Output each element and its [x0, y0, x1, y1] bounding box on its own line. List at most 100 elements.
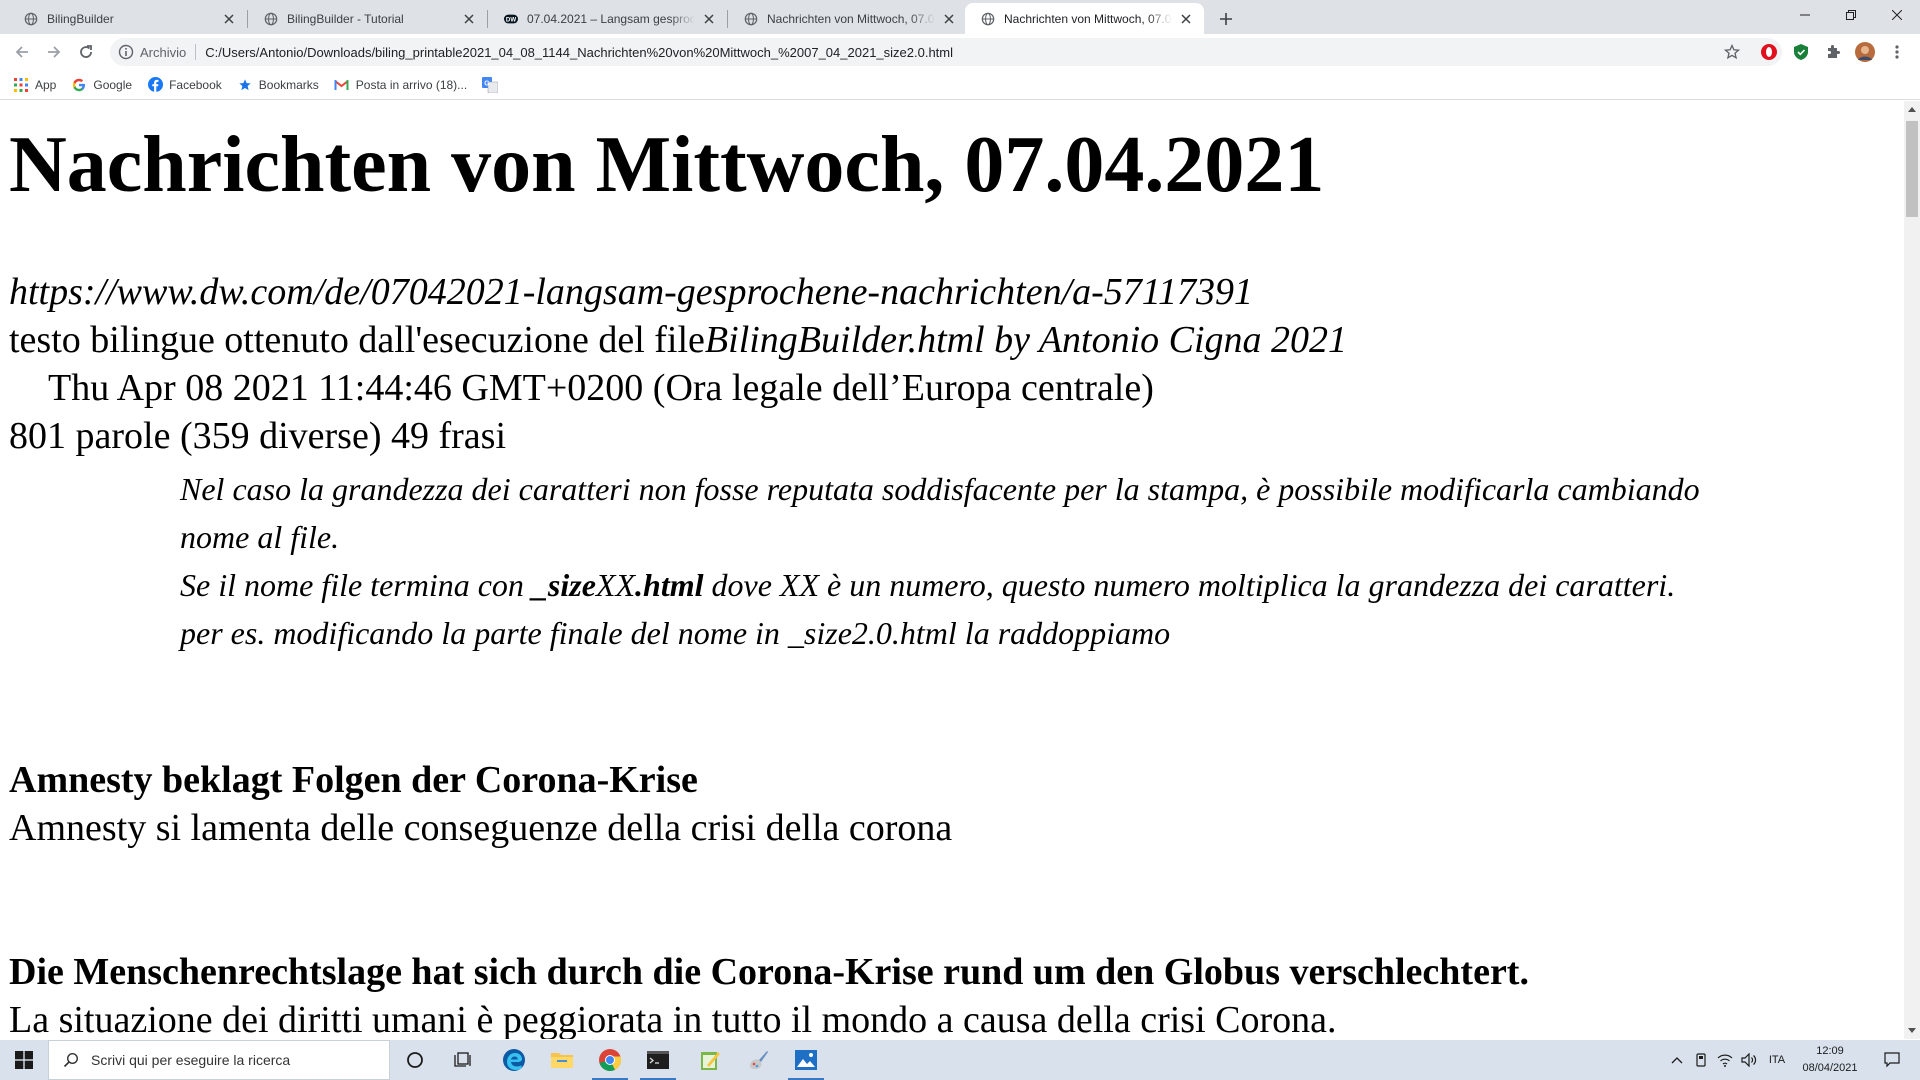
- bookmark-app[interactable]: App: [13, 73, 56, 97]
- facebook-icon: [147, 77, 163, 93]
- close-tab-icon[interactable]: [1178, 11, 1194, 27]
- tab-title: BilingBuilder - Tutorial: [287, 11, 404, 26]
- close-window-button[interactable]: [1874, 0, 1920, 30]
- browser-toolbar: Archivio C:/Users/Antonio/Downloads/bili…: [0, 34, 1920, 70]
- tab-bilingbuilder-tutorial[interactable]: BilingBuilder - Tutorial: [248, 3, 487, 34]
- caret-up-icon: [1908, 107, 1916, 112]
- size-note-line-1: Nel caso la grandezza dei caratteri non …: [180, 471, 1700, 507]
- input-language[interactable]: ITA: [1762, 1040, 1792, 1080]
- tab-title: Nachrichten von Mittwoch, 07.04.: [1004, 11, 1172, 26]
- paint-button[interactable]: [734, 1040, 782, 1080]
- profile-avatar[interactable]: [1855, 42, 1875, 62]
- chevron-up-icon: [1671, 1056, 1683, 1063]
- dw-logo-icon: DW: [504, 14, 518, 23]
- search-placeholder: Scrivi qui per eseguire la ricerca: [91, 1052, 291, 1068]
- start-button[interactable]: [0, 1040, 48, 1080]
- photos-button[interactable]: [782, 1040, 830, 1080]
- taskbar-clock[interactable]: 12:09 08/04/2021: [1790, 1043, 1870, 1077]
- url-text[interactable]: C:/Users/Antonio/Downloads/biling_printa…: [205, 45, 953, 60]
- menu-button[interactable]: [1887, 42, 1907, 62]
- reload-button[interactable]: [72, 38, 100, 66]
- device-tray[interactable]: [1689, 1040, 1713, 1080]
- plus-icon: [1220, 13, 1232, 25]
- generated-by-prefix: testo bilingue ottenuto dall'esecuzione …: [9, 319, 705, 361]
- minimize-button[interactable]: [1782, 0, 1828, 30]
- network-tray[interactable]: [1713, 1040, 1737, 1080]
- scroll-up-button[interactable]: [1904, 101, 1920, 118]
- notepad-button[interactable]: [686, 1040, 734, 1080]
- close-tab-icon[interactable]: [701, 11, 717, 27]
- size-note-line-4: per es. modificando la parte finale del …: [180, 615, 1171, 651]
- bookmark-translate[interactable]: G: [482, 73, 504, 97]
- globe-icon: [744, 12, 758, 25]
- globe-icon: [24, 12, 38, 25]
- show-hidden-icons[interactable]: [1665, 1040, 1689, 1080]
- puzzle-icon: [1828, 45, 1840, 58]
- generated-by-tool: BilingBuilder.html by Antonio Cigna 2021: [704, 319, 1348, 361]
- terminal-button[interactable]: [634, 1040, 682, 1080]
- chrome-button[interactable]: [586, 1040, 634, 1080]
- bookmark-gmail[interactable]: Posta in arrivo (18)...: [334, 73, 467, 97]
- bookmark-google[interactable]: Google: [71, 73, 132, 97]
- sentence-italian: La situazione dei diritti umani è peggio…: [9, 999, 1337, 1039]
- cortana-button[interactable]: [391, 1040, 439, 1080]
- bookmark-bookmarks[interactable]: Bookmarks: [237, 73, 319, 97]
- task-view-button[interactable]: [439, 1040, 487, 1080]
- notifications-button[interactable]: [1872, 1040, 1912, 1080]
- clock-time: 12:09: [1816, 1045, 1844, 1057]
- address-bar[interactable]: Archivio C:/Users/Antonio/Downloads/bili…: [110, 38, 1782, 66]
- size-note-bold: .html: [635, 567, 704, 603]
- bookmark-label: Posta in arrivo (18)...: [355, 77, 468, 92]
- svg-text:DW: DW: [506, 16, 516, 23]
- speaker-icon: [1741, 1053, 1757, 1067]
- bookmark-star-button[interactable]: [1718, 38, 1746, 66]
- new-tab-button[interactable]: [1213, 6, 1239, 32]
- opera-extension[interactable]: [1759, 42, 1779, 62]
- page-viewport: Nachrichten von Mittwoch, 07.04.2021 htt…: [0, 101, 1904, 1039]
- restore-button[interactable]: [1828, 0, 1874, 30]
- size-note-text: Se il nome file termina con: [180, 567, 532, 603]
- tab-dw-langsam[interactable]: DW 07.04.2021 – Langsam gesproche: [488, 3, 727, 34]
- reload-icon: [80, 45, 92, 58]
- tab-nachrichten-1[interactable]: Nachrichten von Mittwoch, 07.04.: [728, 3, 967, 34]
- sentence-german: Amnesty beklagt Folgen der Corona-Krise: [9, 759, 698, 801]
- minimize-icon: [1800, 14, 1810, 16]
- bookmark-label: Facebook: [169, 77, 222, 92]
- taskbar-search[interactable]: Scrivi qui per eseguire la ricerca: [48, 1040, 390, 1080]
- tab-title: BilingBuilder: [47, 11, 114, 26]
- close-tab-icon[interactable]: [461, 11, 477, 27]
- shield-extension[interactable]: [1791, 42, 1811, 62]
- edge-icon: [503, 1049, 525, 1071]
- svg-text:G: G: [484, 80, 490, 87]
- google-icon: [71, 77, 87, 93]
- close-tab-icon[interactable]: [941, 11, 957, 27]
- edge-button[interactable]: [490, 1040, 538, 1080]
- extensions-button[interactable]: [1823, 42, 1843, 62]
- folder-icon: [551, 1053, 573, 1068]
- bookmark-label: App: [35, 77, 57, 92]
- tab-nachrichten-active[interactable]: Nachrichten von Mittwoch, 07.04.: [965, 3, 1204, 34]
- scroll-down-button[interactable]: [1904, 1022, 1920, 1039]
- close-tab-icon[interactable]: [221, 11, 237, 27]
- opera-icon: [1761, 44, 1777, 60]
- forward-button[interactable]: [40, 38, 68, 66]
- sentence-german: Die Menschenrechtslage hat sich durch di…: [9, 951, 1529, 993]
- task-view-icon: [454, 1052, 471, 1067]
- tab-title: 07.04.2021 – Langsam gesproche: [527, 11, 695, 26]
- back-button[interactable]: [8, 38, 36, 66]
- translate-icon: G: [482, 76, 499, 93]
- action-center-icon: [1884, 1052, 1900, 1068]
- vertical-scrollbar[interactable]: [1904, 101, 1920, 1039]
- star-icon: [237, 77, 253, 93]
- sentence-italian: Amnesty si lamenta delle conseguenze del…: [9, 807, 953, 849]
- size-note-text: dove XX è un numero, questo numero molti…: [703, 567, 1676, 603]
- word-stats: 801 parole (359 diverse) 49 frasi: [9, 415, 507, 457]
- bookmark-facebook[interactable]: Facebook: [147, 73, 222, 97]
- volume-tray[interactable]: [1737, 1040, 1761, 1080]
- source-url: https://www.dw.com/de/07042021-langsam-g…: [9, 271, 1253, 313]
- info-icon[interactable]: [118, 44, 134, 60]
- size-note-line-2: nome al file.: [180, 519, 340, 555]
- tab-bilingbuilder[interactable]: BilingBuilder: [8, 3, 247, 34]
- file-explorer-button[interactable]: [538, 1040, 586, 1080]
- scroll-thumb[interactable]: [1906, 121, 1918, 217]
